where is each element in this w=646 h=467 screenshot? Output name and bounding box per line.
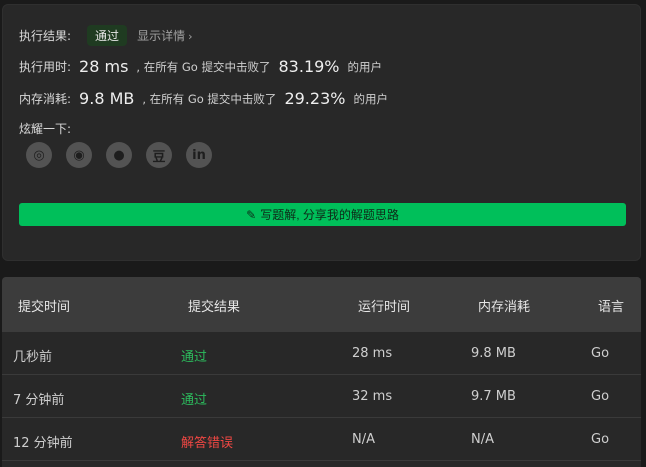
result-row: 执行结果: 通过 显示详情 › [19, 25, 192, 46]
runtime-row: 执行用时: 28 ms , 在所有 Go 提交中击败了 83.19% 的用户 [19, 57, 382, 76]
chevron-right-icon: › [188, 30, 193, 43]
table-row[interactable]: 12 分钟前 解答错误 N/A N/A Go [2, 418, 641, 461]
status-badge: 通过 [87, 25, 128, 46]
weibo-icon[interactable]: ◉ [66, 142, 92, 168]
show-details-label: 显示详情 [137, 29, 186, 43]
cell-time: 7 分钟前 [13, 393, 65, 408]
table-row[interactable]: 几秒前 通过 28 ms 9.8 MB Go [2, 332, 641, 375]
share-row: 炫耀一下: [19, 120, 71, 137]
cell-time: 几秒前 [13, 350, 53, 365]
memory-row: 内存消耗: 9.8 MB , 在所有 Go 提交中击败了 29.23% 的用户 [19, 89, 388, 108]
douban-icon[interactable]: 豆 [146, 142, 172, 168]
result-label: 执行结果: [19, 29, 72, 43]
runtime-value: 28 ms [79, 57, 129, 76]
cell-result[interactable]: 通过 [181, 389, 207, 408]
pencil-icon: ✎ [246, 207, 257, 222]
write-solution-button[interactable]: ✎ 写题解, 分享我的解题思路 [19, 203, 626, 226]
wechat-icon[interactable]: ◎ [26, 142, 52, 168]
cell-result[interactable]: 通过 [181, 346, 207, 365]
cell-runtime: 32 ms [352, 389, 393, 404]
result-card: 执行结果: 通过 显示详情 › 执行用时: 28 ms , 在所有 Go 提交中击… [2, 4, 641, 261]
cell-time: 12 分钟前 [13, 436, 73, 451]
memory-value: 9.8 MB [79, 89, 135, 108]
cell-runtime: 28 ms [352, 346, 393, 361]
cell-runtime: N/A [352, 432, 375, 447]
runtime-label: 执行用时: [19, 60, 72, 74]
qq-icon[interactable]: ● [106, 142, 132, 168]
header-runtime[interactable]: 运行时间 [358, 296, 410, 315]
header-memory[interactable]: 内存消耗 [478, 296, 530, 315]
cell-memory: 9.7 MB [471, 389, 516, 404]
linkedin-icon[interactable]: in [186, 142, 212, 168]
cell-memory: 9.8 MB [471, 346, 516, 361]
memory-percent: 29.23% [284, 89, 346, 108]
table-header: 提交时间 提交结果 运行时间 内存消耗 语言 [2, 277, 641, 332]
table-row[interactable]: 7 分钟前 通过 32 ms 9.7 MB Go [2, 375, 641, 418]
memory-tail-text: 的用户 [353, 91, 388, 106]
header-submit-time[interactable]: 提交时间 [18, 296, 70, 315]
header-language[interactable]: 语言 [598, 296, 624, 315]
cell-language: Go [591, 389, 610, 404]
cell-result[interactable]: 解答错误 [181, 432, 233, 451]
header-submit-result[interactable]: 提交结果 [188, 296, 240, 315]
runtime-percent: 83.19% [278, 57, 340, 76]
memory-mid-text: , 在所有 Go 提交中击败了 [142, 91, 277, 106]
show-details-link[interactable]: 显示详情 › [137, 27, 192, 44]
write-solution-label: 写题解, 分享我的解题思路 [260, 208, 399, 222]
share-icons: ◎ ◉ ● 豆 in [26, 142, 212, 168]
cell-language: Go [591, 346, 610, 361]
runtime-tail-text: 的用户 [347, 59, 383, 74]
cell-language: Go [591, 432, 610, 447]
share-label: 炫耀一下: [19, 122, 72, 136]
memory-label: 内存消耗: [19, 92, 72, 106]
cell-memory: N/A [471, 432, 494, 447]
submissions-table: 提交时间 提交结果 运行时间 内存消耗 语言 几秒前 通过 28 ms 9.8 … [2, 277, 641, 467]
runtime-mid-text: , 在所有 Go 提交中击败了 [136, 59, 271, 74]
